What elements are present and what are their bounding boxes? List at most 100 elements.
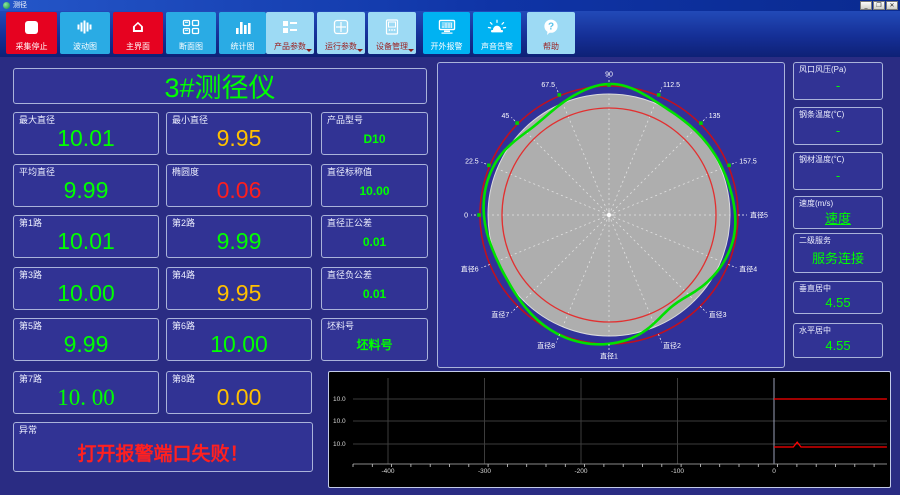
dropdown-arrow-icon xyxy=(357,49,363,52)
toolbar-button-7[interactable]: 运行参数 xyxy=(317,12,365,54)
run-params-icon xyxy=(317,16,365,38)
status-value: - xyxy=(835,123,841,138)
metric-value: 坯料号 xyxy=(356,338,393,352)
toolbar-button-5[interactable]: 统计图 xyxy=(219,12,266,54)
metric-label: 第3路 xyxy=(19,270,43,280)
metric-value: 9.99 xyxy=(216,228,262,254)
toolbar-button-2[interactable]: 波动图 xyxy=(60,12,110,54)
minimize-button[interactable]: _ xyxy=(860,1,872,10)
metric-label: 第1路 xyxy=(19,218,43,228)
toolbar-button-6[interactable]: 产品参数 xyxy=(266,12,314,54)
svg-text:157.5: 157.5 xyxy=(739,159,757,166)
metric-value: 10.00 xyxy=(210,331,268,357)
metric-value: 0.01 xyxy=(362,234,387,249)
svg-text:10.0: 10.0 xyxy=(333,418,346,425)
svg-text:直径6: 直径6 xyxy=(461,265,479,274)
status-value: - xyxy=(835,168,841,183)
metric-value: 10.01 xyxy=(57,125,115,151)
metric-cell: 第2路 9.99 xyxy=(166,215,312,258)
status-label: 钢条温度(℃) xyxy=(799,110,845,119)
metric-label: 平均直径 xyxy=(19,167,56,177)
help-icon: ? xyxy=(527,16,575,38)
toolbar-button-11[interactable]: ? 帮助 xyxy=(527,12,575,54)
toolbar-button-label: 波动图 xyxy=(73,42,97,51)
metric-cell: 最小直径 9.95 xyxy=(166,112,312,155)
svg-text:直径3: 直径3 xyxy=(709,310,727,319)
toolbar-button-label: 主界面 xyxy=(126,42,150,51)
cross-section-chart: 0 22.5 45 67.5 90 112.5 135 157.5 直径1 直径2 直径3 直径4 直径… xyxy=(437,62,785,368)
monitor-icon xyxy=(423,16,470,38)
status-value: 速度 xyxy=(824,210,851,226)
metric-value: 9.95 xyxy=(216,125,262,151)
metric-cell: 第6路 10.00 xyxy=(166,318,312,361)
alarm-panel: 异常 打开报警端口失败！ xyxy=(13,422,313,472)
product-params-icon xyxy=(266,16,314,38)
close-button[interactable]: ✕ xyxy=(886,1,898,10)
svg-text:10.0: 10.0 xyxy=(333,396,346,403)
metric-cell: 第5路 9.99 xyxy=(13,318,159,361)
svg-text:0: 0 xyxy=(464,213,468,220)
toolbar-button-1[interactable]: 采集停止 xyxy=(6,12,57,54)
status-panel: 钢条温度(℃) - xyxy=(793,107,883,145)
window-title: 测径 xyxy=(13,2,27,9)
trend-chart: 10.0 10.0 10.0 -400 -300 -200 -100 0 xyxy=(328,371,891,488)
svg-text:-400: -400 xyxy=(381,468,394,475)
metric-label: 直径标称值 xyxy=(327,167,373,177)
toolbar-button-3[interactable]: ⌂ 主界面 xyxy=(113,12,163,54)
status-label: 垂直居中 xyxy=(799,284,831,293)
svg-text:直径4: 直径4 xyxy=(739,265,757,274)
svg-text:直径8: 直径8 xyxy=(537,341,555,350)
metric-cell: 第1路 10.01 xyxy=(13,215,159,258)
metric-value: 9.99 xyxy=(63,331,109,357)
status-panel: 速度(m/s) 速度 xyxy=(793,196,883,229)
toolbar-button-label: 声音告警 xyxy=(481,42,513,51)
metric-value: 9.99 xyxy=(63,177,109,203)
metric-label: 直径负公差 xyxy=(327,270,373,280)
toolbar-button-9[interactable]: 开外报警 xyxy=(423,12,470,54)
metric-cell: 直径负公差 0.01 xyxy=(321,267,428,310)
metric-cell: 直径标称值 10.00 xyxy=(321,164,428,207)
device-title-panel: 3#测径仪 xyxy=(13,68,427,104)
maximize-button[interactable]: ❐ xyxy=(873,1,885,10)
metric-label: 第8路 xyxy=(172,374,196,384)
status-panel: 二级服务 服务连接 xyxy=(793,233,883,273)
status-label: 二级服务 xyxy=(799,236,831,245)
svg-text:直径2: 直径2 xyxy=(663,341,681,350)
metric-value: 10.00 xyxy=(57,280,115,306)
status-panel: 垂直居中 4.55 xyxy=(793,281,883,314)
metric-cell: 椭圆度 0.06 xyxy=(166,164,312,207)
svg-text:67.5: 67.5 xyxy=(541,82,555,89)
metric-label: 椭圆度 xyxy=(172,167,200,177)
alarm-label: 异常 xyxy=(19,425,38,435)
toolbar-button-8[interactable]: 设备管理 xyxy=(368,12,416,54)
toolbar-button-4[interactable]: 断面图 xyxy=(166,12,216,54)
metric-value: 10.00 xyxy=(359,183,390,198)
svg-text:直径7: 直径7 xyxy=(491,310,509,319)
trend-plot: 10.0 10.0 10.0 -400 -300 -200 -100 0 xyxy=(333,378,887,475)
metric-label: 产品型号 xyxy=(327,115,364,125)
metric-label: 第5路 xyxy=(19,321,43,331)
metric-value: 0.00 xyxy=(216,384,262,410)
toolbar-button-label: 断面图 xyxy=(179,42,203,51)
svg-text:-100: -100 xyxy=(671,468,684,475)
toolbar-button-10[interactable]: 声音告警 xyxy=(473,12,521,54)
app-icon xyxy=(3,2,10,9)
metric-value: 10. 00 xyxy=(57,384,115,410)
status-value: 4.55 xyxy=(825,337,851,353)
toolbar-button-label: 帮助 xyxy=(543,42,559,51)
metric-label: 最小直径 xyxy=(172,115,209,125)
metric-cell: 产品型号 D10 xyxy=(321,112,428,155)
svg-text:-300: -300 xyxy=(478,468,491,475)
toolbar-button-label: 采集停止 xyxy=(15,42,48,51)
metric-cell: 平均直径 9.99 xyxy=(13,164,159,207)
metric-label: 第6路 xyxy=(172,321,196,331)
svg-text:10.0: 10.0 xyxy=(333,441,346,448)
metric-cell: 直径正公差 0.01 xyxy=(321,215,428,258)
metric-label: 第4路 xyxy=(172,270,196,280)
svg-text:-200: -200 xyxy=(574,468,587,475)
metric-cell: 第8路 0.00 xyxy=(166,371,312,414)
home-icon: ⌂ xyxy=(131,16,145,37)
metric-label: 最大直径 xyxy=(19,115,56,125)
svg-text:?: ? xyxy=(548,21,554,32)
metric-value: 0.06 xyxy=(216,177,262,203)
